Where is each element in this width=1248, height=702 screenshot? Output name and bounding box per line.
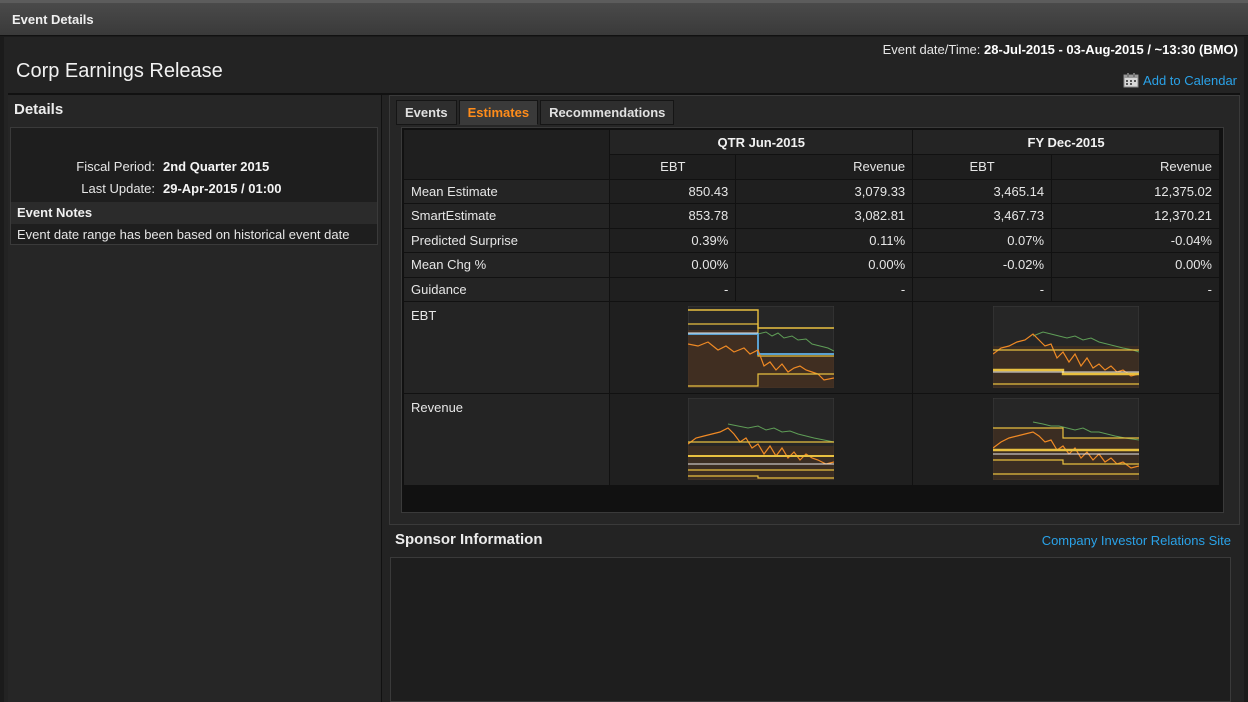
table-cell: 0.00% [735,252,914,278]
window-titlebar: Event Details [0,0,1248,36]
sponsor-box [390,557,1231,702]
table-row: SmartEstimate 853.78 3,082.81 3,467.73 1… [404,203,1220,229]
table-cell: - [735,277,914,302]
estimates-panel: Events Estimates Recommendations QTR Jun… [389,95,1240,525]
tab-events[interactable]: Events [396,100,457,125]
fiscal-period-row: Fiscal Period: 2nd Quarter 2015 [11,159,269,174]
sponsor-heading: Sponsor Information [395,531,543,548]
table-cell: 0.07% [912,228,1053,253]
estimates-table: QTR Jun-2015 FY Dec-2015 EBT Revenue EBT… [404,130,1220,486]
col-header-fy-ebt: EBT [912,154,1053,180]
chart-cell [912,393,1220,486]
table-row: Predicted Surprise 0.39% 0.11% 0.07% -0.… [404,228,1220,253]
period-header-row: QTR Jun-2015 FY Dec-2015 [404,130,1220,180]
table-cell: - [1051,277,1220,302]
col-header-qtr-ebt: EBT [609,154,737,180]
row-label-mean-chg: Mean Chg % [404,252,611,278]
chart-cell [609,301,914,394]
table-cell: 850.43 [609,179,737,204]
period-header-fy: FY Dec-2015 [912,130,1220,155]
qtr-ebt-sparkline-chart[interactable] [688,306,835,388]
table-cell: 3,467.73 [912,203,1053,229]
details-box: Fiscal Period: 2nd Quarter 2015 Last Upda… [10,127,378,245]
details-panel: Details Fiscal Period: 2nd Quarter 2015 L… [8,95,382,702]
table-cell: - [609,277,737,302]
table-cell: 12,375.02 [1051,179,1220,204]
row-label-guidance: Guidance [404,277,611,302]
fiscal-period-label: Fiscal Period: [76,159,155,174]
investor-relations-link[interactable]: Company Investor Relations Site [1042,533,1231,548]
table-cell: 3,465.14 [912,179,1053,204]
last-update-row: Last Update: 29-Apr-2015 / 01:00 [11,181,282,196]
table-row: Mean Chg % 0.00% 0.00% -0.02% 0.00% [404,252,1220,278]
event-notes-heading: Event Notes [11,202,377,224]
table-cell: -0.02% [912,252,1053,278]
chart-cell [609,393,914,486]
page-title: Corp Earnings Release [16,60,223,82]
row-label-ebt-chart: EBT [404,301,611,394]
table-cell: 0.00% [609,252,737,278]
details-heading: Details [14,101,64,118]
col-header-fy-revenue: Revenue [1051,154,1220,180]
last-update-value: 29-Apr-2015 / 01:00 [163,181,282,196]
table-cell: 12,370.21 [1051,203,1220,229]
tab-bar: Events Estimates Recommendations [396,100,676,125]
fy-ebt-sparkline-chart[interactable] [993,306,1140,388]
last-update-label: Last Update: [81,181,155,196]
table-cell: 853.78 [609,203,737,229]
period-header-qtr: QTR Jun-2015 [609,130,914,155]
add-to-calendar-label[interactable]: Add to Calendar [1143,73,1237,88]
table-row: Guidance - - - - [404,277,1220,302]
event-notes-text: Event date range has been based on histo… [17,227,350,242]
table-cell: 3,079.33 [735,179,914,204]
tab-estimates[interactable]: Estimates [458,100,539,125]
table-cell: 0.11% [735,228,914,253]
chart-cell [912,301,1220,394]
calendar-icon [1123,73,1139,88]
fiscal-period-value: 2nd Quarter 2015 [163,159,270,174]
row-label-mean-estimate: Mean Estimate [404,179,611,204]
corner-cell [404,130,611,180]
row-label-smartestimate: SmartEstimate [404,203,611,229]
fy-revenue-sparkline-chart[interactable] [993,398,1140,480]
table-cell: 0.39% [609,228,737,253]
col-header-qtr-revenue: Revenue [735,154,914,180]
table-cell: - [912,277,1053,302]
table-cell: 0.00% [1051,252,1220,278]
table-cell: 3,082.81 [735,203,914,229]
add-to-calendar-link[interactable]: Add to Calendar [1123,73,1237,88]
table-cell: -0.04% [1051,228,1220,253]
chart-row-ebt: EBT [404,301,1220,394]
chart-row-revenue: Revenue [404,393,1220,486]
qtr-revenue-sparkline-chart[interactable] [688,398,835,480]
event-date-value: 28-Jul-2015 - 03-Aug-2015 / ~13:30 (BMO) [984,42,1238,57]
tab-recommendations[interactable]: Recommendations [540,100,675,125]
row-label-predicted-surprise: Predicted Surprise [404,228,611,253]
row-label-revenue-chart: Revenue [404,393,611,486]
event-date-label: Event date/Time: [882,42,981,57]
event-date-time: Event date/Time: 28-Jul-2015 - 03-Aug-20… [883,42,1238,57]
estimates-grid: QTR Jun-2015 FY Dec-2015 EBT Revenue EBT… [401,127,1224,513]
window-title: Event Details [12,12,94,27]
table-row: Mean Estimate 850.43 3,079.33 3,465.14 1… [404,179,1220,204]
